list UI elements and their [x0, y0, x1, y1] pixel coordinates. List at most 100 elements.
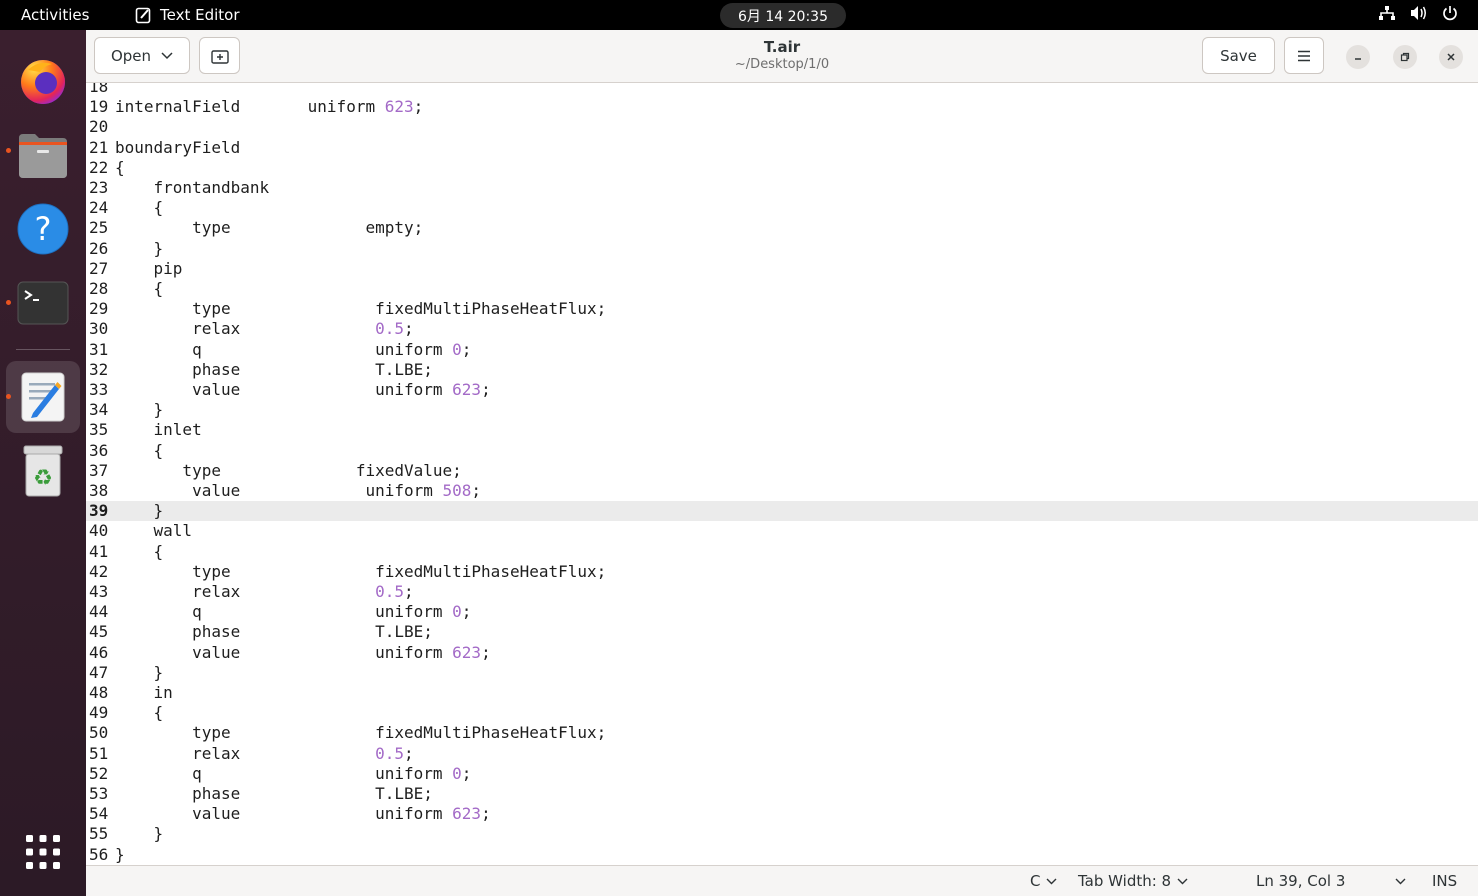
code-line[interactable]: 34 } [86, 400, 1478, 420]
line-number: 18 [89, 83, 109, 96]
code-line[interactable]: 29 type fixedMultiPhaseHeatFlux; [86, 299, 1478, 319]
activities-button[interactable]: Activities [21, 6, 89, 24]
code-line[interactable]: 41 { [86, 542, 1478, 562]
line-number: 52 [89, 763, 109, 783]
open-button[interactable]: Open [94, 37, 190, 74]
line-number: 53 [89, 784, 109, 803]
code-line[interactable]: 54 value uniform 623; [86, 804, 1478, 824]
line-text: { [115, 541, 164, 561]
clock[interactable]: 6月 14 20:35 [720, 3, 846, 28]
minimize-button[interactable] [1346, 45, 1370, 69]
line-text: relax 0.5; [115, 582, 414, 601]
line-number: 22 [89, 157, 109, 177]
code-line[interactable]: 40 wall [86, 521, 1478, 541]
files-icon[interactable] [16, 128, 70, 182]
code-line[interactable]: 51 relax 0.5; [86, 744, 1478, 764]
code-line[interactable]: 23 frontandbank [86, 178, 1478, 198]
line-number: 20 [89, 117, 109, 137]
maximize-button[interactable] [1393, 45, 1417, 69]
code-line[interactable]: 22 { [86, 158, 1478, 178]
code-line[interactable]: 47 } [86, 663, 1478, 683]
code-line[interactable]: 50 type fixedMultiPhaseHeatFlux; [86, 723, 1478, 743]
code-line[interactable]: 39 } [86, 501, 1478, 522]
line-text: relax 0.5; [115, 319, 414, 339]
code-line[interactable]: 21 boundaryField [86, 138, 1478, 158]
tab-width-label: Tab Width: 8 [1078, 872, 1172, 890]
code-line[interactable]: 55 } [86, 824, 1478, 844]
hamburger-menu-icon [1298, 50, 1310, 61]
code-line[interactable]: 33 value uniform 623; [86, 380, 1478, 400]
line-number: 40 [89, 521, 109, 541]
trash-icon[interactable]: ♻ [16, 444, 70, 498]
code-line[interactable]: 27 pip [86, 259, 1478, 279]
line-number: 56 [89, 844, 109, 864]
new-tab-button[interactable] [199, 37, 240, 74]
line-number: 48 [89, 683, 109, 702]
code-line[interactable]: 44 q uniform 0; [86, 602, 1478, 622]
line-number: 36 [89, 440, 109, 460]
code-line[interactable]: 53 phase T.LBE; [86, 784, 1478, 804]
language-selector[interactable]: C [1030, 872, 1057, 890]
show-applications-icon[interactable] [16, 825, 70, 879]
code-line[interactable]: 42 type fixedMultiPhaseHeatFlux; [86, 562, 1478, 582]
code-line[interactable]: 38 value uniform 508; [86, 481, 1478, 501]
line-number: 46 [89, 642, 109, 662]
code-line[interactable]: 32 phase T.LBE; [86, 360, 1478, 380]
terminal-icon[interactable] [16, 276, 70, 330]
code-line[interactable]: 48 in [86, 683, 1478, 703]
line-number: 54 [89, 804, 109, 824]
svg-text:♻: ♻ [33, 466, 53, 491]
help-icon[interactable]: ? [16, 202, 70, 256]
cursor-position-selector[interactable]: Ln 39, Col 3 [1256, 872, 1406, 890]
save-button[interactable]: Save [1202, 37, 1275, 74]
code-line[interactable]: 25 type empty; [86, 218, 1478, 238]
language-label: C [1030, 872, 1041, 890]
code-line[interactable]: 43 relax 0.5; [86, 582, 1478, 602]
code-line[interactable]: 56} [86, 845, 1478, 865]
code-line[interactable]: 18 [86, 83, 1478, 97]
line-number: 50 [89, 723, 109, 743]
code-line[interactable]: 35 inlet [86, 420, 1478, 440]
insert-mode-indicator[interactable]: INS [1432, 872, 1457, 890]
code-line[interactable]: 52 q uniform 0; [86, 764, 1478, 784]
chevron-down-icon [1177, 878, 1188, 884]
code-line[interactable]: 28 { [86, 279, 1478, 299]
line-number: 33 [89, 380, 109, 399]
close-button[interactable] [1439, 45, 1463, 69]
firefox-icon[interactable] [16, 54, 70, 108]
line-text: pip [115, 258, 183, 278]
code-line[interactable]: 24 { [86, 198, 1478, 218]
text-editor-icon[interactable] [16, 370, 70, 424]
volume-icon [1411, 6, 1426, 20]
text-editor-area[interactable]: 18 19 internalField uniform 623; 20 21 bounda… [86, 83, 1478, 865]
line-number: 49 [89, 703, 109, 723]
line-number: 45 [89, 622, 109, 642]
line-number: 31 [89, 339, 109, 359]
code-line[interactable]: 46 value uniform 623; [86, 643, 1478, 663]
code-line[interactable]: 45 phase T.LBE; [86, 622, 1478, 642]
code-line[interactable]: 26 } [86, 239, 1478, 259]
code-line[interactable]: 37 type fixedValue; [86, 461, 1478, 481]
code-line[interactable]: 30 relax 0.5; [86, 319, 1478, 339]
code-line[interactable]: 49 { [86, 703, 1478, 723]
line-text: { [115, 157, 125, 177]
line-text: } [115, 501, 164, 521]
code-line[interactable]: 31 q uniform 0; [86, 340, 1478, 360]
tab-width-selector[interactable]: Tab Width: 8 [1078, 872, 1188, 890]
line-text: type fixedMultiPhaseHeatFlux; [115, 561, 607, 581]
system-tray[interactable] [1378, 5, 1458, 21]
restore-icon [1400, 52, 1410, 62]
line-number: 32 [89, 359, 109, 379]
window-title: T.air ~/Desktop/1/0 [682, 38, 882, 72]
line-number: 44 [89, 602, 109, 622]
svg-text:?: ? [35, 210, 52, 248]
app-menu[interactable]: Text Editor [135, 6, 240, 24]
line-text: phase T.LBE; [115, 784, 433, 803]
code-line[interactable]: 19 internalField uniform 623; [86, 97, 1478, 117]
code-line[interactable]: 36 { [86, 441, 1478, 461]
code-line[interactable]: 20 [86, 117, 1478, 137]
dock-separator [16, 349, 70, 350]
line-number: 19 [89, 97, 109, 117]
main-menu-button[interactable] [1284, 37, 1324, 74]
line-text: internalField uniform 623; [115, 97, 424, 117]
